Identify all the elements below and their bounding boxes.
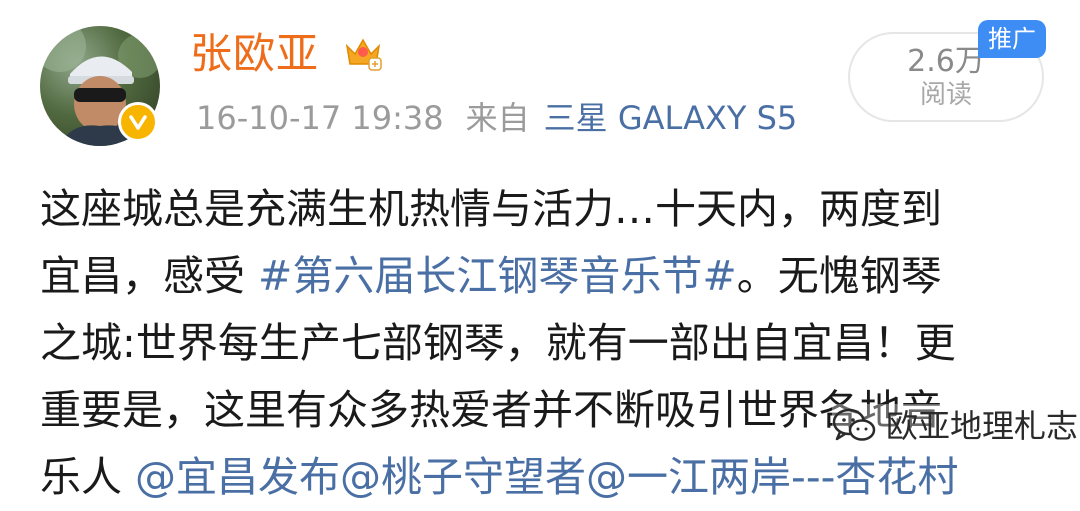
post-body: 这座城总是充满生机热情与活力…十天内，两度到 宜昌，感受 #第六届长江钢琴音乐节… <box>40 176 1050 511</box>
watermark-text: 欧亚地理札志 <box>886 407 1079 445</box>
body-line-5: 乐人 @宜昌发布@桃子守望者@一江两岸---杏花村 <box>40 444 1050 511</box>
promo-badge[interactable]: 推广 <box>978 20 1046 58</box>
author-name[interactable]: 张欧亚 <box>190 28 319 80</box>
read-label: 阅读 <box>919 80 972 110</box>
wechat-icon <box>832 408 876 444</box>
body-text: 乐人 <box>40 453 136 501</box>
body-line-2: 宜昌，感受 #第六届长江钢琴音乐节#。无愧钢琴 <box>40 243 1050 310</box>
post-meta: 16-10-17 19:38 来自 三星 GALAXY S5 <box>196 98 797 138</box>
crown-member-icon[interactable] <box>343 32 383 72</box>
verified-v-icon <box>118 102 158 142</box>
post-time: 16-10-17 19:38 <box>196 99 444 137</box>
topic-link[interactable]: #第六届长江钢琴音乐节# <box>258 252 737 300</box>
body-line-3: 之城:世界每生产七部钢琴，就有一部出自宜昌！更 <box>40 319 956 367</box>
body-line-1: 这座城总是充满生机热情与活力…十天内，两度到 <box>40 185 942 233</box>
watermark: 欧亚地理札志 <box>832 404 1079 448</box>
body-text: 宜昌，感受 <box>40 252 259 300</box>
from-label: 来自 <box>465 99 530 137</box>
mention-links[interactable]: @宜昌发布@桃子守望者@一江两岸---杏花村 <box>135 453 958 501</box>
device-link[interactable]: 三星 GALAXY S5 <box>544 99 798 137</box>
body-text: 。无愧钢琴 <box>736 252 942 300</box>
